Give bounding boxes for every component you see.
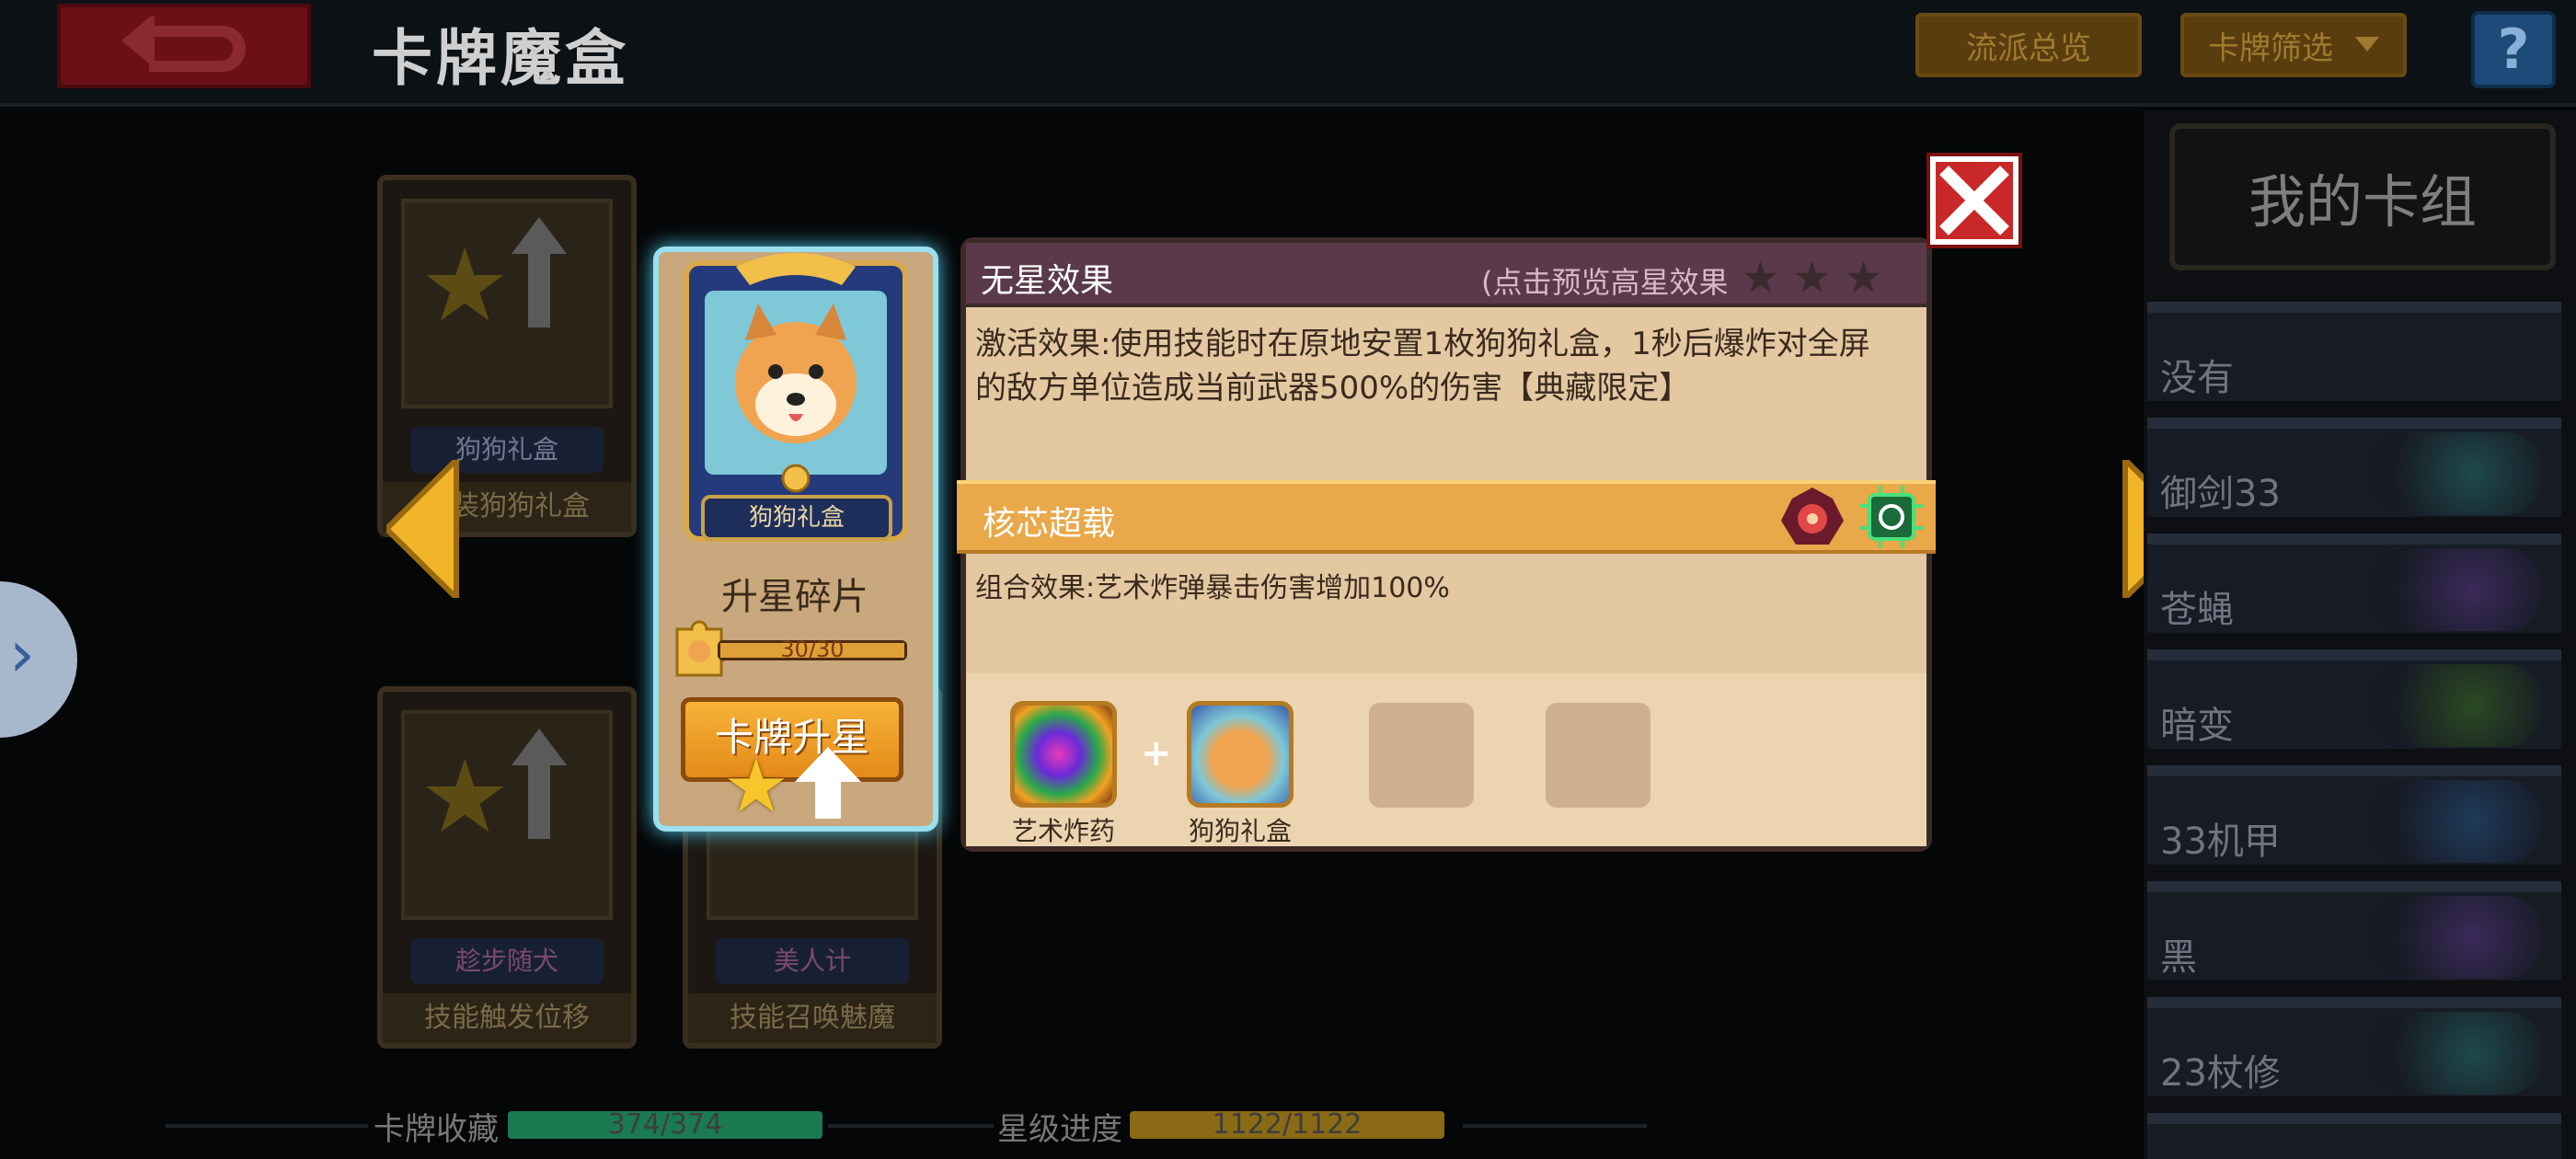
star-empty-icon[interactable]: ★: [1792, 252, 1832, 304]
collection-value: 374/374: [607, 1108, 723, 1141]
upgrade-arrow-icon: [512, 729, 567, 839]
divider: [166, 1124, 368, 1128]
star-icon: ★: [420, 738, 511, 855]
deck-item[interactable]: 暗变: [2147, 649, 2561, 749]
close-icon: [1939, 166, 2009, 235]
previous-card-arrow-icon[interactable]: [386, 460, 460, 598]
star-progress-value: 1122/1122: [1212, 1108, 1363, 1141]
my-deck-title: 我的卡组: [2169, 123, 2556, 270]
deck-item[interactable]: 33机甲: [2147, 765, 2561, 865]
crest-emblem-icon: [2368, 548, 2543, 631]
card-name: 趁步随犬: [410, 938, 604, 984]
star-icon: ★: [420, 226, 511, 344]
deck-item[interactable]: 没有: [2147, 302, 2561, 401]
deck-item-label: 御剑33: [2160, 473, 2281, 515]
close-button[interactable]: [1930, 156, 2018, 245]
combo-slot-label: 狗狗礼盒: [1188, 816, 1292, 846]
mecha-emblem-icon: [2368, 780, 2543, 863]
combo-slot-label: 艺术炸药: [1011, 816, 1115, 846]
egg-emblem-icon: [2368, 664, 2543, 747]
deck-item-label: 没有: [2160, 357, 2234, 399]
chip-core-icon: [1860, 486, 1923, 548]
combo-description: 组合效果:艺术炸弹暴击伤害增加100%: [975, 572, 1450, 604]
side-drawer-tab[interactable]: ›: [0, 581, 77, 738]
star-empty-icon[interactable]: ★: [1741, 252, 1780, 304]
deck-item-label: 暗变: [2160, 705, 2234, 747]
deck-item[interactable]: 黑: [2147, 881, 2561, 981]
genre-overview-button[interactable]: 流派总览: [1915, 13, 2142, 77]
card-filter-label: 卡牌筛选: [2208, 29, 2333, 67]
star-progress-bar: 1122/1122: [1130, 1111, 1444, 1139]
help-button[interactable]: ?: [2471, 11, 2556, 88]
core-overload-title: 核芯超载: [983, 505, 1116, 543]
effect-description: 激活效果:使用技能时在原地安置1枚狗狗礼盒，1秒后爆炸对全屏的敌方单位造成当前武…: [975, 326, 1870, 407]
preview-hint: (点击预览高星效果: [1481, 265, 1729, 300]
crest-emblem-icon: [2368, 896, 2543, 979]
collection-progress-bar: 374/374: [508, 1111, 822, 1139]
dog-gift-box-icon[interactable]: [1187, 701, 1294, 808]
divider: [1463, 1124, 1647, 1128]
deck-item-label: 黑: [2160, 936, 2197, 979]
empty-combo-slot[interactable]: [1546, 703, 1650, 808]
star-progress-label: 星级进度: [997, 1111, 1122, 1148]
card-filter-dropdown[interactable]: 卡牌筛选: [2180, 13, 2407, 77]
art-bomb-icon[interactable]: [1010, 701, 1117, 808]
effect-header-title: 无星效果: [981, 262, 1114, 300]
back-button[interactable]: [57, 4, 311, 88]
back-arrow-icon: [121, 17, 246, 72]
card-footer: 技能触发位移: [383, 993, 631, 1043]
page-title: 卡牌魔盒: [372, 23, 629, 94]
deck-item[interactable]: 苍蝇: [2147, 534, 2561, 633]
deck-item[interactable]: [2147, 1113, 2561, 1159]
focused-card-name: 狗狗礼盒: [701, 495, 892, 541]
collection-label: 卡牌收藏: [374, 1111, 499, 1148]
empty-combo-slot[interactable]: [1369, 703, 1474, 808]
upgrade-star-button[interactable]: 卡牌升星: [681, 697, 903, 782]
shard-progress-value: 30/30: [780, 637, 845, 662]
deck-item[interactable]: 御剑33: [2147, 418, 2561, 517]
upgrade-arrow-icon: [512, 217, 567, 327]
sword-emblem-icon: [2368, 432, 2543, 515]
deck-item-label: 23杖修: [2160, 1052, 2281, 1095]
card-name: 美人计: [716, 938, 909, 984]
star-icon: ★: [723, 743, 789, 829]
divider: [828, 1124, 994, 1128]
chevron-down-icon: [2355, 37, 2379, 52]
sword-emblem-icon: [2368, 1012, 2543, 1095]
deck-item-label: 苍蝇: [2160, 589, 2234, 631]
deck-item-label: 33机甲: [2160, 820, 2281, 863]
star-empty-icon[interactable]: ★: [1844, 252, 1883, 304]
deck-item[interactable]: 23杖修: [2147, 997, 2561, 1096]
plus-sign: +: [1141, 732, 1172, 775]
chevron-right-icon: ›: [9, 616, 35, 692]
card-footer: 技能召唤魅魔: [688, 993, 937, 1043]
background-card[interactable]: ★ 趁步随犬 技能触发位移: [377, 686, 637, 1049]
shard-title: 升星碎片: [721, 576, 868, 618]
demon-core-icon: [1781, 488, 1844, 545]
upgrade-arrow-icon: [795, 747, 861, 819]
